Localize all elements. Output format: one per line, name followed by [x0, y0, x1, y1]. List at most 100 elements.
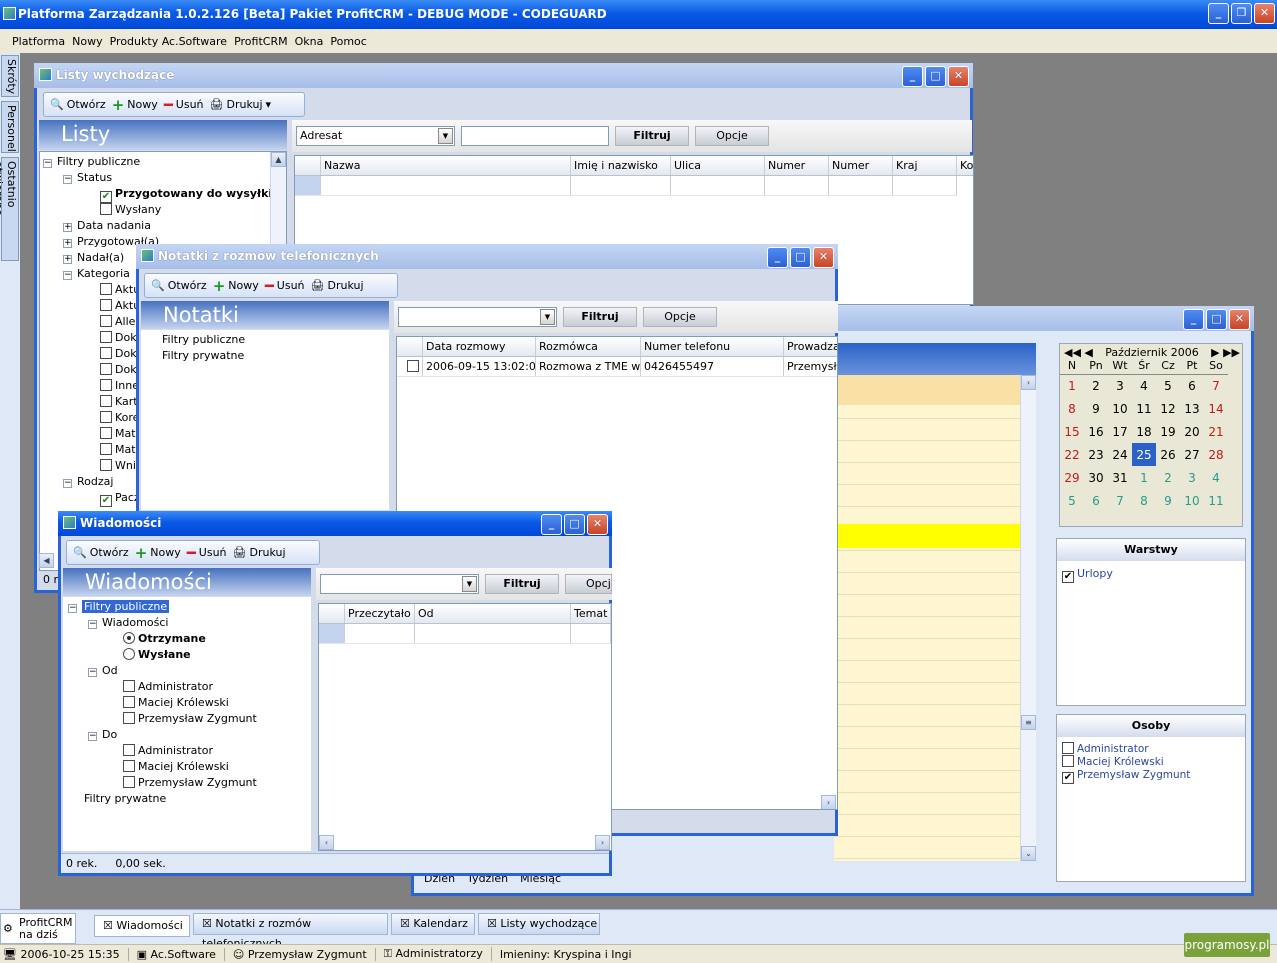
- col-rozmowca[interactable]: Rozmówca: [536, 337, 641, 356]
- calendar-day[interactable]: 1: [1060, 374, 1084, 397]
- tree-kategoria[interactable]: − Kategoria: [63, 266, 130, 281]
- listy-open-button[interactable]: 🔍 Otwórz: [50, 98, 106, 111]
- close-icon[interactable]: ☒: [487, 917, 497, 930]
- col-temat[interactable]: Temat: [571, 604, 611, 623]
- kalendarz-day-area[interactable]: [834, 375, 1020, 861]
- calendar-day[interactable]: 3: [1108, 374, 1132, 397]
- listy-maximize-button[interactable]: □: [925, 66, 946, 87]
- col-kraj[interactable]: Kraj: [893, 156, 957, 175]
- side-tab-ostatnio[interactable]: Ostatnio otwierane: [0, 157, 19, 261]
- kalendarz-maximize-button[interactable]: □: [1206, 309, 1227, 330]
- listy-close-button[interactable]: ✕: [948, 66, 969, 87]
- tree-item[interactable]: Aktu: [100, 282, 140, 297]
- wiadomosci-maximize-button[interactable]: □: [564, 514, 585, 535]
- menu-produkty[interactable]: Produkty Ac.Software: [110, 35, 227, 48]
- calendar-day[interactable]: 8: [1132, 489, 1156, 512]
- table-row[interactable]: 2006-09-15 13:02:00 Rozmowa z TME w 0426…: [397, 357, 837, 377]
- tree-wyslany[interactable]: Wysłany: [100, 202, 161, 217]
- close-icon[interactable]: ☒: [103, 919, 113, 932]
- listy-minimize-button[interactable]: _: [902, 66, 923, 87]
- listy-search-input[interactable]: [461, 126, 609, 146]
- tree-item[interactable]: Maciej Królewski: [123, 695, 229, 710]
- restore-button[interactable]: ❐: [1231, 3, 1252, 24]
- tree-item[interactable]: Przemysław Zygmunt: [123, 711, 257, 726]
- calendar-day[interactable]: 6: [1084, 489, 1108, 512]
- col-numer[interactable]: Numer: [765, 156, 829, 175]
- calendar-day[interactable]: 13: [1180, 397, 1204, 420]
- listy-options-button[interactable]: Opcje: [695, 126, 769, 146]
- calendar-day[interactable]: 31: [1108, 466, 1132, 489]
- col-data-rozmowy[interactable]: Data rozmowy: [423, 337, 536, 356]
- tree-item[interactable]: Administrator: [123, 679, 213, 694]
- listy-delete-button[interactable]: ━ Usuń: [164, 97, 204, 112]
- calendar-day[interactable]: 23: [1084, 443, 1108, 466]
- wiadomosci-print-button[interactable]: 🖨 Drukuj: [233, 546, 286, 559]
- col-numer2[interactable]: Numer: [829, 156, 893, 175]
- calendar-day[interactable]: 2: [1084, 374, 1108, 397]
- radio-otrzymane[interactable]: Otrzymane: [123, 631, 206, 646]
- listy-print-button[interactable]: 🖨 Drukuj ▾: [210, 98, 272, 111]
- calendar-day[interactable]: 6: [1180, 374, 1204, 397]
- chevron-right-icon[interactable]: ›: [1021, 375, 1036, 390]
- tree-przygotowany[interactable]: ✔ Przygotowany do wysyłki...: [100, 186, 285, 203]
- notatki-print-button[interactable]: 🖨 Drukuj: [311, 279, 364, 292]
- wiadomosci-combo[interactable]: ▼: [320, 574, 479, 594]
- minimize-button[interactable]: _: [1208, 3, 1229, 24]
- calendar-day[interactable]: 9: [1084, 397, 1108, 420]
- calendar-day[interactable]: 26: [1156, 443, 1180, 466]
- calendar-day[interactable]: 15: [1060, 420, 1084, 443]
- calendar-day[interactable]: 12: [1156, 397, 1180, 420]
- tree-item[interactable]: Maciej Królewski: [123, 759, 229, 774]
- tab-notatki[interactable]: ☒ Notatki z rozmów telefonicznych: [193, 913, 388, 950]
- wiadomosci-close-button[interactable]: ✕: [587, 514, 608, 535]
- tree-wiadomosci[interactable]: − Wiadomości: [88, 615, 168, 630]
- notatki-delete-button[interactable]: ━ Usuń: [265, 278, 305, 293]
- listy-new-button[interactable]: + Nowy: [112, 97, 158, 112]
- calendar-day[interactable]: 19: [1156, 420, 1180, 443]
- menu-profitcrm[interactable]: ProfitCRM: [234, 35, 288, 48]
- listy-filter-button[interactable]: Filtruj: [615, 126, 689, 146]
- calendar-day[interactable]: 29: [1060, 466, 1084, 489]
- calendar-day[interactable]: 11: [1204, 489, 1228, 512]
- tree-filtry-publiczne[interactable]: − Filtry publiczne: [68, 599, 170, 614]
- wiadomosci-tree[interactable]: − Filtry publiczne − Wiadomości Otrzymane …: [63, 597, 311, 851]
- col-nazwa[interactable]: Nazwa: [321, 156, 571, 175]
- notatki-close-button[interactable]: ✕: [813, 247, 834, 268]
- close-button[interactable]: ✕: [1254, 3, 1275, 24]
- tree-rodzaj[interactable]: − Rodzaj: [63, 474, 113, 489]
- side-tab-personel[interactable]: Personel: [1, 101, 19, 153]
- menu-nowy[interactable]: Nowy: [72, 35, 102, 48]
- chevron-left-icon[interactable]: ‹: [319, 835, 334, 850]
- calendar-day[interactable]: 16: [1084, 420, 1108, 443]
- tree-item[interactable]: Aktu: [100, 298, 140, 313]
- calendar-day[interactable]: 22: [1060, 443, 1084, 466]
- chevron-right-icon[interactable]: ›: [595, 835, 610, 850]
- calendar-day[interactable]: 24: [1108, 443, 1132, 466]
- col-ulica[interactable]: Ulica: [671, 156, 765, 175]
- calendar-day[interactable]: 7: [1204, 374, 1228, 397]
- tree-status[interactable]: − Status: [63, 170, 112, 185]
- wiadomosci-open-button[interactable]: 🔍 Otwórz: [73, 546, 129, 559]
- calendar-day[interactable]: 8: [1060, 397, 1084, 420]
- notatki-options-button[interactable]: Opcje: [643, 307, 717, 327]
- notatki-combo[interactable]: ▼: [398, 307, 557, 327]
- calendar-day[interactable]: 14: [1204, 397, 1228, 420]
- calendar-day[interactable]: 27: [1180, 443, 1204, 466]
- menu-pomoc[interactable]: Pomoc: [330, 35, 366, 48]
- wiadomosci-filter-button[interactable]: Filtruj: [485, 574, 559, 594]
- notatki-tree[interactable]: Filtry publiczne Filtry prywatne: [141, 330, 389, 510]
- tree-do[interactable]: − Do: [88, 727, 117, 742]
- tree-item[interactable]: Kart: [100, 394, 138, 409]
- tree-od[interactable]: − Od: [88, 663, 118, 678]
- calendar-day[interactable]: 25: [1132, 443, 1156, 466]
- calendar-day[interactable]: 10: [1180, 489, 1204, 512]
- notatki-new-button[interactable]: + Nowy: [213, 278, 259, 293]
- calendar-day[interactable]: 18: [1132, 420, 1156, 443]
- close-icon[interactable]: ☒: [400, 917, 410, 930]
- tab-kalendarz[interactable]: ☒ Kalendarz: [391, 913, 475, 935]
- calendar-day[interactable]: 20: [1180, 420, 1204, 443]
- tree-filtry-publiczne[interactable]: − Filtry publiczne: [43, 154, 140, 169]
- person-przemyslaw[interactable]: ✔ Przemysław Zygmunt: [1062, 768, 1190, 784]
- chevron-right-icon[interactable]: ›: [821, 795, 836, 809]
- notatki-minimize-button[interactable]: _: [767, 247, 788, 268]
